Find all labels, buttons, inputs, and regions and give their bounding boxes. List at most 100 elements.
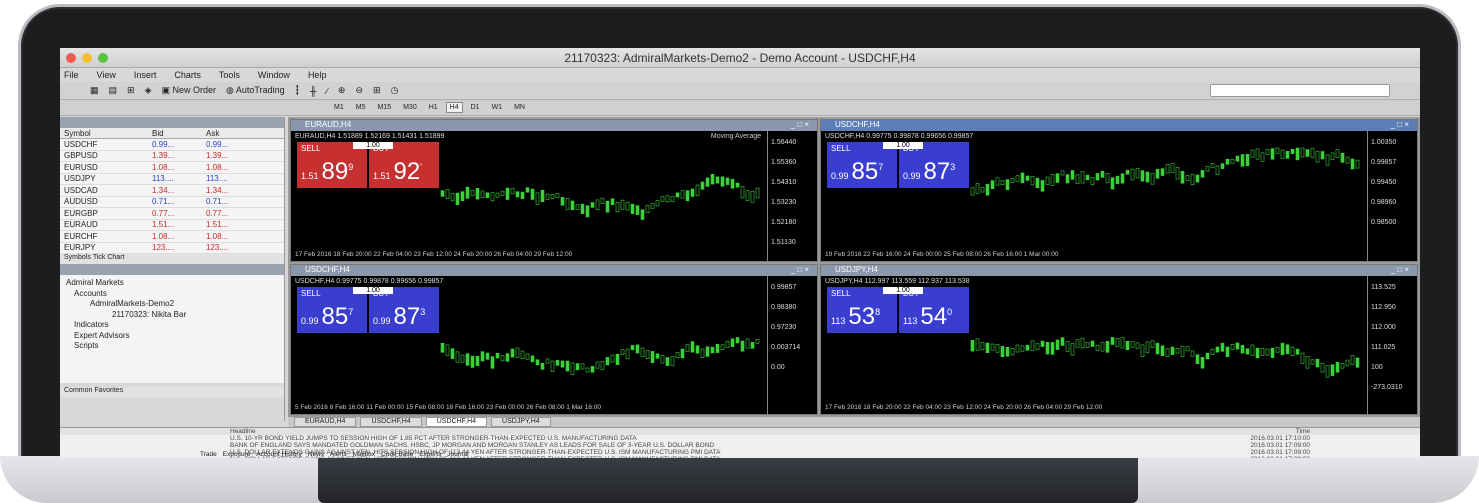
- col-ask[interactable]: Ask: [206, 129, 260, 138]
- menu-window[interactable]: Window: [258, 70, 290, 80]
- headline-header[interactable]: Headline: [230, 428, 256, 435]
- new-order-label: New Order: [172, 85, 217, 95]
- candle: [1105, 173, 1110, 184]
- news-row[interactable]: U.S. 10-YR BOND YIELD JUMPS TO SESSION H…: [60, 435, 1420, 442]
- candle: [1115, 338, 1120, 348]
- table-row[interactable]: EURAUD 1.51... 1.51...: [60, 219, 284, 231]
- candle: [1065, 174, 1070, 184]
- tab-favorites[interactable]: Favorites: [94, 387, 123, 397]
- table-row[interactable]: EURGBP 0.77... 0.77...: [60, 208, 284, 220]
- timeframe-mn[interactable]: MN: [510, 102, 529, 113]
- menu-insert[interactable]: Insert: [134, 70, 157, 80]
- timeframe-m15[interactable]: M15: [373, 102, 395, 113]
- timeframe-w1[interactable]: W1: [488, 102, 507, 113]
- nav-scripts[interactable]: Scripts: [66, 341, 278, 352]
- chart-tab[interactable]: USDCHF,H4: [360, 417, 422, 427]
- window-controls-icon[interactable]: _ □ ×: [791, 120, 809, 131]
- timeframe-m1[interactable]: M1: [330, 102, 348, 113]
- candle: [1250, 149, 1255, 158]
- time-header[interactable]: Time: [1296, 428, 1310, 435]
- menu-view[interactable]: View: [97, 70, 116, 80]
- navigator-icon[interactable]: ◈: [145, 85, 152, 96]
- candle: [1110, 337, 1115, 345]
- timeframe-m30[interactable]: M30: [399, 102, 421, 113]
- menu-file[interactable]: File: [64, 70, 79, 80]
- timeframe-m5[interactable]: M5: [352, 102, 370, 113]
- timeframe-h1[interactable]: H1: [425, 102, 442, 113]
- terminal-tab[interactable]: Mailbox: [353, 451, 375, 458]
- candle: [1045, 342, 1050, 355]
- nav-account[interactable]: 21170323: Nikita Bar: [66, 310, 278, 321]
- window-controls-icon[interactable]: _ □ ×: [1391, 120, 1409, 131]
- candle: [1105, 340, 1110, 353]
- table-row[interactable]: USDJPY 113.... 113....: [60, 173, 284, 185]
- terminal-tab[interactable]: Account History: [256, 451, 302, 458]
- terminal-tab[interactable]: Experts: [419, 451, 441, 458]
- terminal-tab[interactable]: Exposure: [223, 451, 250, 458]
- candle: [525, 353, 530, 360]
- menu-tools[interactable]: Tools: [219, 70, 240, 80]
- candle: [1270, 148, 1275, 160]
- candle: [1095, 344, 1100, 352]
- candle: [670, 196, 675, 202]
- zoom-out-icon[interactable]: ⊖: [355, 85, 363, 96]
- tab-symbols[interactable]: Symbols: [64, 254, 91, 264]
- clock-icon[interactable]: ◷: [391, 85, 399, 96]
- nav-expert-advisors[interactable]: Expert Advisors: [66, 331, 278, 342]
- autotrading-button[interactable]: ◍ AutoTrading: [226, 85, 285, 96]
- terminal-tab[interactable]: News: [308, 451, 324, 458]
- chart-window[interactable]: EURAUD,H4 _ □ × EURAUD,H4 1.51889 1.52169 …: [290, 119, 818, 262]
- terminal-tab[interactable]: Code Base: [381, 451, 413, 458]
- tab-common[interactable]: Common: [64, 387, 92, 397]
- line-chart-icon[interactable]: ∕: [326, 86, 328, 96]
- search-input[interactable]: [1210, 84, 1390, 97]
- tile-windows-icon[interactable]: ⊞: [373, 85, 381, 96]
- window-controls-icon[interactable]: _ □ ×: [791, 265, 809, 276]
- col-symbol[interactable]: Symbol: [60, 129, 152, 138]
- window-controls-icon[interactable]: _ □ ×: [1391, 265, 1409, 276]
- table-row[interactable]: EURCHF 1.08... 1.08...: [60, 231, 284, 243]
- table-row[interactable]: GBPUSD 1.39... 1.39...: [60, 150, 284, 162]
- candlestick-icon[interactable]: ╫: [310, 86, 316, 96]
- bid-cell: 1.39...: [152, 151, 175, 161]
- candle: [1150, 340, 1155, 348]
- tab-tick-chart[interactable]: Tick Chart: [93, 254, 125, 264]
- news-row[interactable]: BANK OF ENGLAND SAYS MANDATED GOLDMAN SA…: [60, 442, 1420, 449]
- bar-chart-icon[interactable]: ┇: [295, 85, 300, 96]
- candle: [535, 192, 540, 205]
- nav-admiral-markets[interactable]: Admiral Markets: [66, 278, 278, 289]
- candle: [505, 187, 510, 200]
- market-watch-icon[interactable]: ⊞: [127, 85, 135, 96]
- table-row[interactable]: EURJPY 123.... 123....: [60, 242, 284, 254]
- chart-tab[interactable]: USDJPY,H4: [491, 417, 551, 427]
- col-bid[interactable]: Bid: [152, 129, 206, 138]
- new-chart-icon[interactable]: ▦: [90, 85, 99, 96]
- table-row[interactable]: USDCAD 1.34... 1.34...: [60, 185, 284, 197]
- price-tick-label: 112.950: [1371, 304, 1396, 311]
- nav-indicators[interactable]: Indicators: [66, 320, 278, 331]
- terminal-tab[interactable]: Trade: [200, 451, 217, 458]
- candle: [745, 338, 750, 349]
- table-row[interactable]: EURUSD 1.08... 1.08...: [60, 162, 284, 174]
- candle: [590, 366, 595, 373]
- timeframe-d1[interactable]: D1: [467, 102, 484, 113]
- zoom-in-icon[interactable]: ⊕: [338, 85, 346, 96]
- table-row[interactable]: AUDUSD 0.71... 0.71...: [60, 196, 284, 208]
- chart-window[interactable]: USDCHF,H4 _ □ × USDCHF,H4 0.99775 0.99878 …: [820, 119, 1418, 262]
- nav-server[interactable]: AdmiralMarkets-Demo2: [66, 299, 278, 310]
- menu-charts[interactable]: Charts: [174, 70, 201, 80]
- new-order-button[interactable]: ▣ New Order: [162, 85, 217, 96]
- chart-window[interactable]: USDJPY,H4 _ □ × USDJPY,H4 112.997 113.559 …: [820, 264, 1418, 415]
- menu-help[interactable]: Help: [308, 70, 327, 80]
- chart-tab[interactable]: EURAUD,H4: [294, 417, 357, 427]
- profiles-icon[interactable]: ▤: [109, 85, 118, 96]
- chart-window[interactable]: USDCHF,H4 _ □ × USDCHF,H4 0.99775 0.99878 …: [290, 264, 818, 415]
- chart-tab[interactable]: USDCHF,H4: [425, 417, 488, 427]
- candle: [680, 190, 685, 199]
- candle: [1075, 339, 1080, 348]
- table-row[interactable]: USDCHF 0.99... 0.99...: [60, 139, 284, 151]
- nav-accounts[interactable]: Accounts: [66, 289, 278, 300]
- timeframe-h4[interactable]: H4: [445, 102, 463, 113]
- terminal-tab[interactable]: Journal: [447, 451, 468, 458]
- terminal-tab[interactable]: Alerts: [330, 451, 347, 458]
